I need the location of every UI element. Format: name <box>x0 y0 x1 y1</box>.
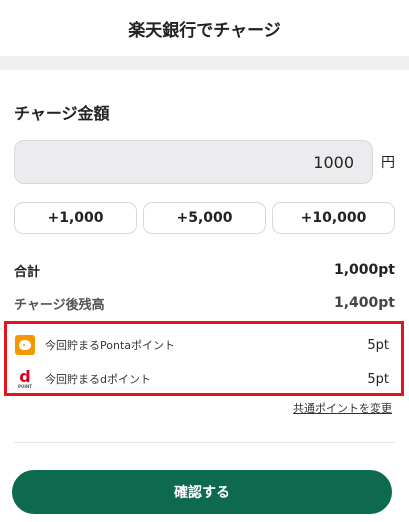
preset-10000-button[interactable]: +10,000 <box>272 202 395 234</box>
amount-unit: 円 <box>381 155 395 171</box>
d-points-label: 今回貯まるdポイント <box>45 373 151 386</box>
balance-row: チャージ後残高 1,400pt <box>14 293 395 313</box>
preset-buttons: +1,000 +5,000 +10,000 <box>14 202 395 234</box>
d-points-row: d POINT 今回貯まるdポイント 5pt <box>15 367 389 391</box>
page-header: 楽天銀行でチャージ <box>0 0 409 56</box>
ponta-points-value: 5pt <box>367 337 389 353</box>
ponta-points-row: 今回貯まるPontaポイント 5pt <box>15 333 389 357</box>
balance-label: チャージ後残高 <box>14 297 105 313</box>
earned-points-box: 今回貯まるPontaポイント 5pt d POINT 今回貯まるdポイント 5p… <box>4 321 404 396</box>
total-row: 合計 1,000pt <box>14 260 395 280</box>
divider <box>14 442 395 443</box>
charge-amount-heading: チャージ金額 <box>14 104 110 123</box>
total-label: 合計 <box>14 264 41 280</box>
header-separator-band <box>0 56 409 70</box>
amount-row: 円 <box>14 140 395 184</box>
preset-1000-button[interactable]: +1,000 <box>14 202 137 234</box>
ponta-points-label: 今回貯まるPontaポイント <box>45 339 175 352</box>
balance-value: 1,400pt <box>334 295 395 311</box>
amount-input[interactable] <box>14 140 373 184</box>
d-point-icon: d POINT <box>18 366 32 389</box>
preset-5000-button[interactable]: +5,000 <box>143 202 266 234</box>
confirm-button[interactable]: 確認する <box>12 470 392 514</box>
ponta-icon-face <box>19 340 31 350</box>
change-common-point-link[interactable]: 共通ポイントを変更 <box>293 400 392 416</box>
ponta-icon <box>15 335 35 355</box>
charge-form: チャージ金額 円 +1,000 +5,000 +10,000 合計 1,000p… <box>0 100 409 313</box>
d-points-value: 5pt <box>367 371 389 387</box>
total-value: 1,000pt <box>334 262 395 278</box>
page-title: 楽天銀行でチャージ <box>128 20 281 41</box>
